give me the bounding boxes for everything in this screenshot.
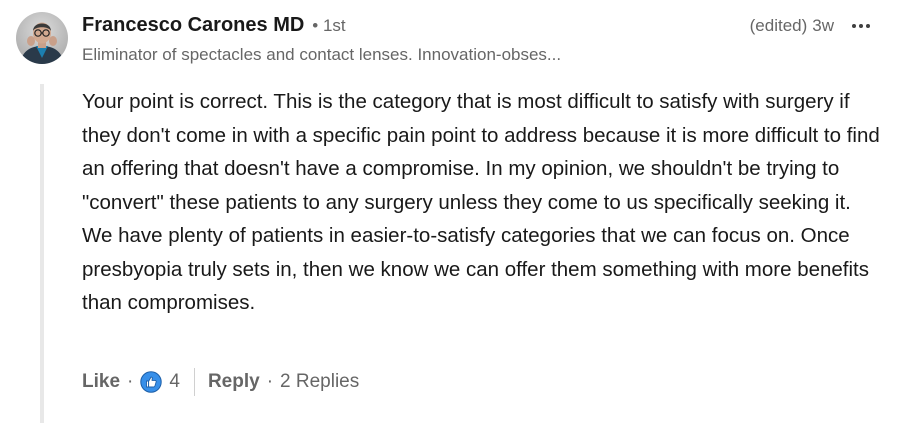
author-avatar[interactable]: [16, 12, 68, 64]
connection-degree: • 1st: [312, 16, 346, 35]
separator-dot: ·: [127, 371, 134, 392]
more-horizontal-icon: [859, 24, 863, 28]
more-options-button[interactable]: [852, 16, 870, 36]
thread-line: [40, 84, 44, 423]
more-horizontal-icon: [852, 24, 856, 28]
separator-dot: ·: [266, 371, 274, 392]
author-headline: Eliminator of spectacles and contact len…: [82, 45, 562, 64]
avatar-photo: [16, 12, 68, 64]
comment-actions: Like · 4 Reply · 2 Replies: [82, 367, 359, 397]
comment-text: Your point is correct. This is the categ…: [82, 90, 880, 314]
like-button[interactable]: Like: [82, 371, 120, 393]
replies-link[interactable]: 2 Replies: [280, 371, 359, 393]
reply-button[interactable]: Reply: [208, 371, 260, 393]
comment-meta: (edited) 3w: [750, 14, 870, 38]
actions-divider: [193, 368, 195, 396]
author-name[interactable]: Francesco Carones MD: [82, 14, 304, 37]
thumbs-up-icon[interactable]: [140, 371, 163, 393]
more-horizontal-icon: [866, 24, 870, 28]
timestamp: 3w: [812, 16, 834, 35]
reaction-count[interactable]: 4: [169, 371, 180, 393]
edited-label: (edited): [749, 16, 808, 35]
